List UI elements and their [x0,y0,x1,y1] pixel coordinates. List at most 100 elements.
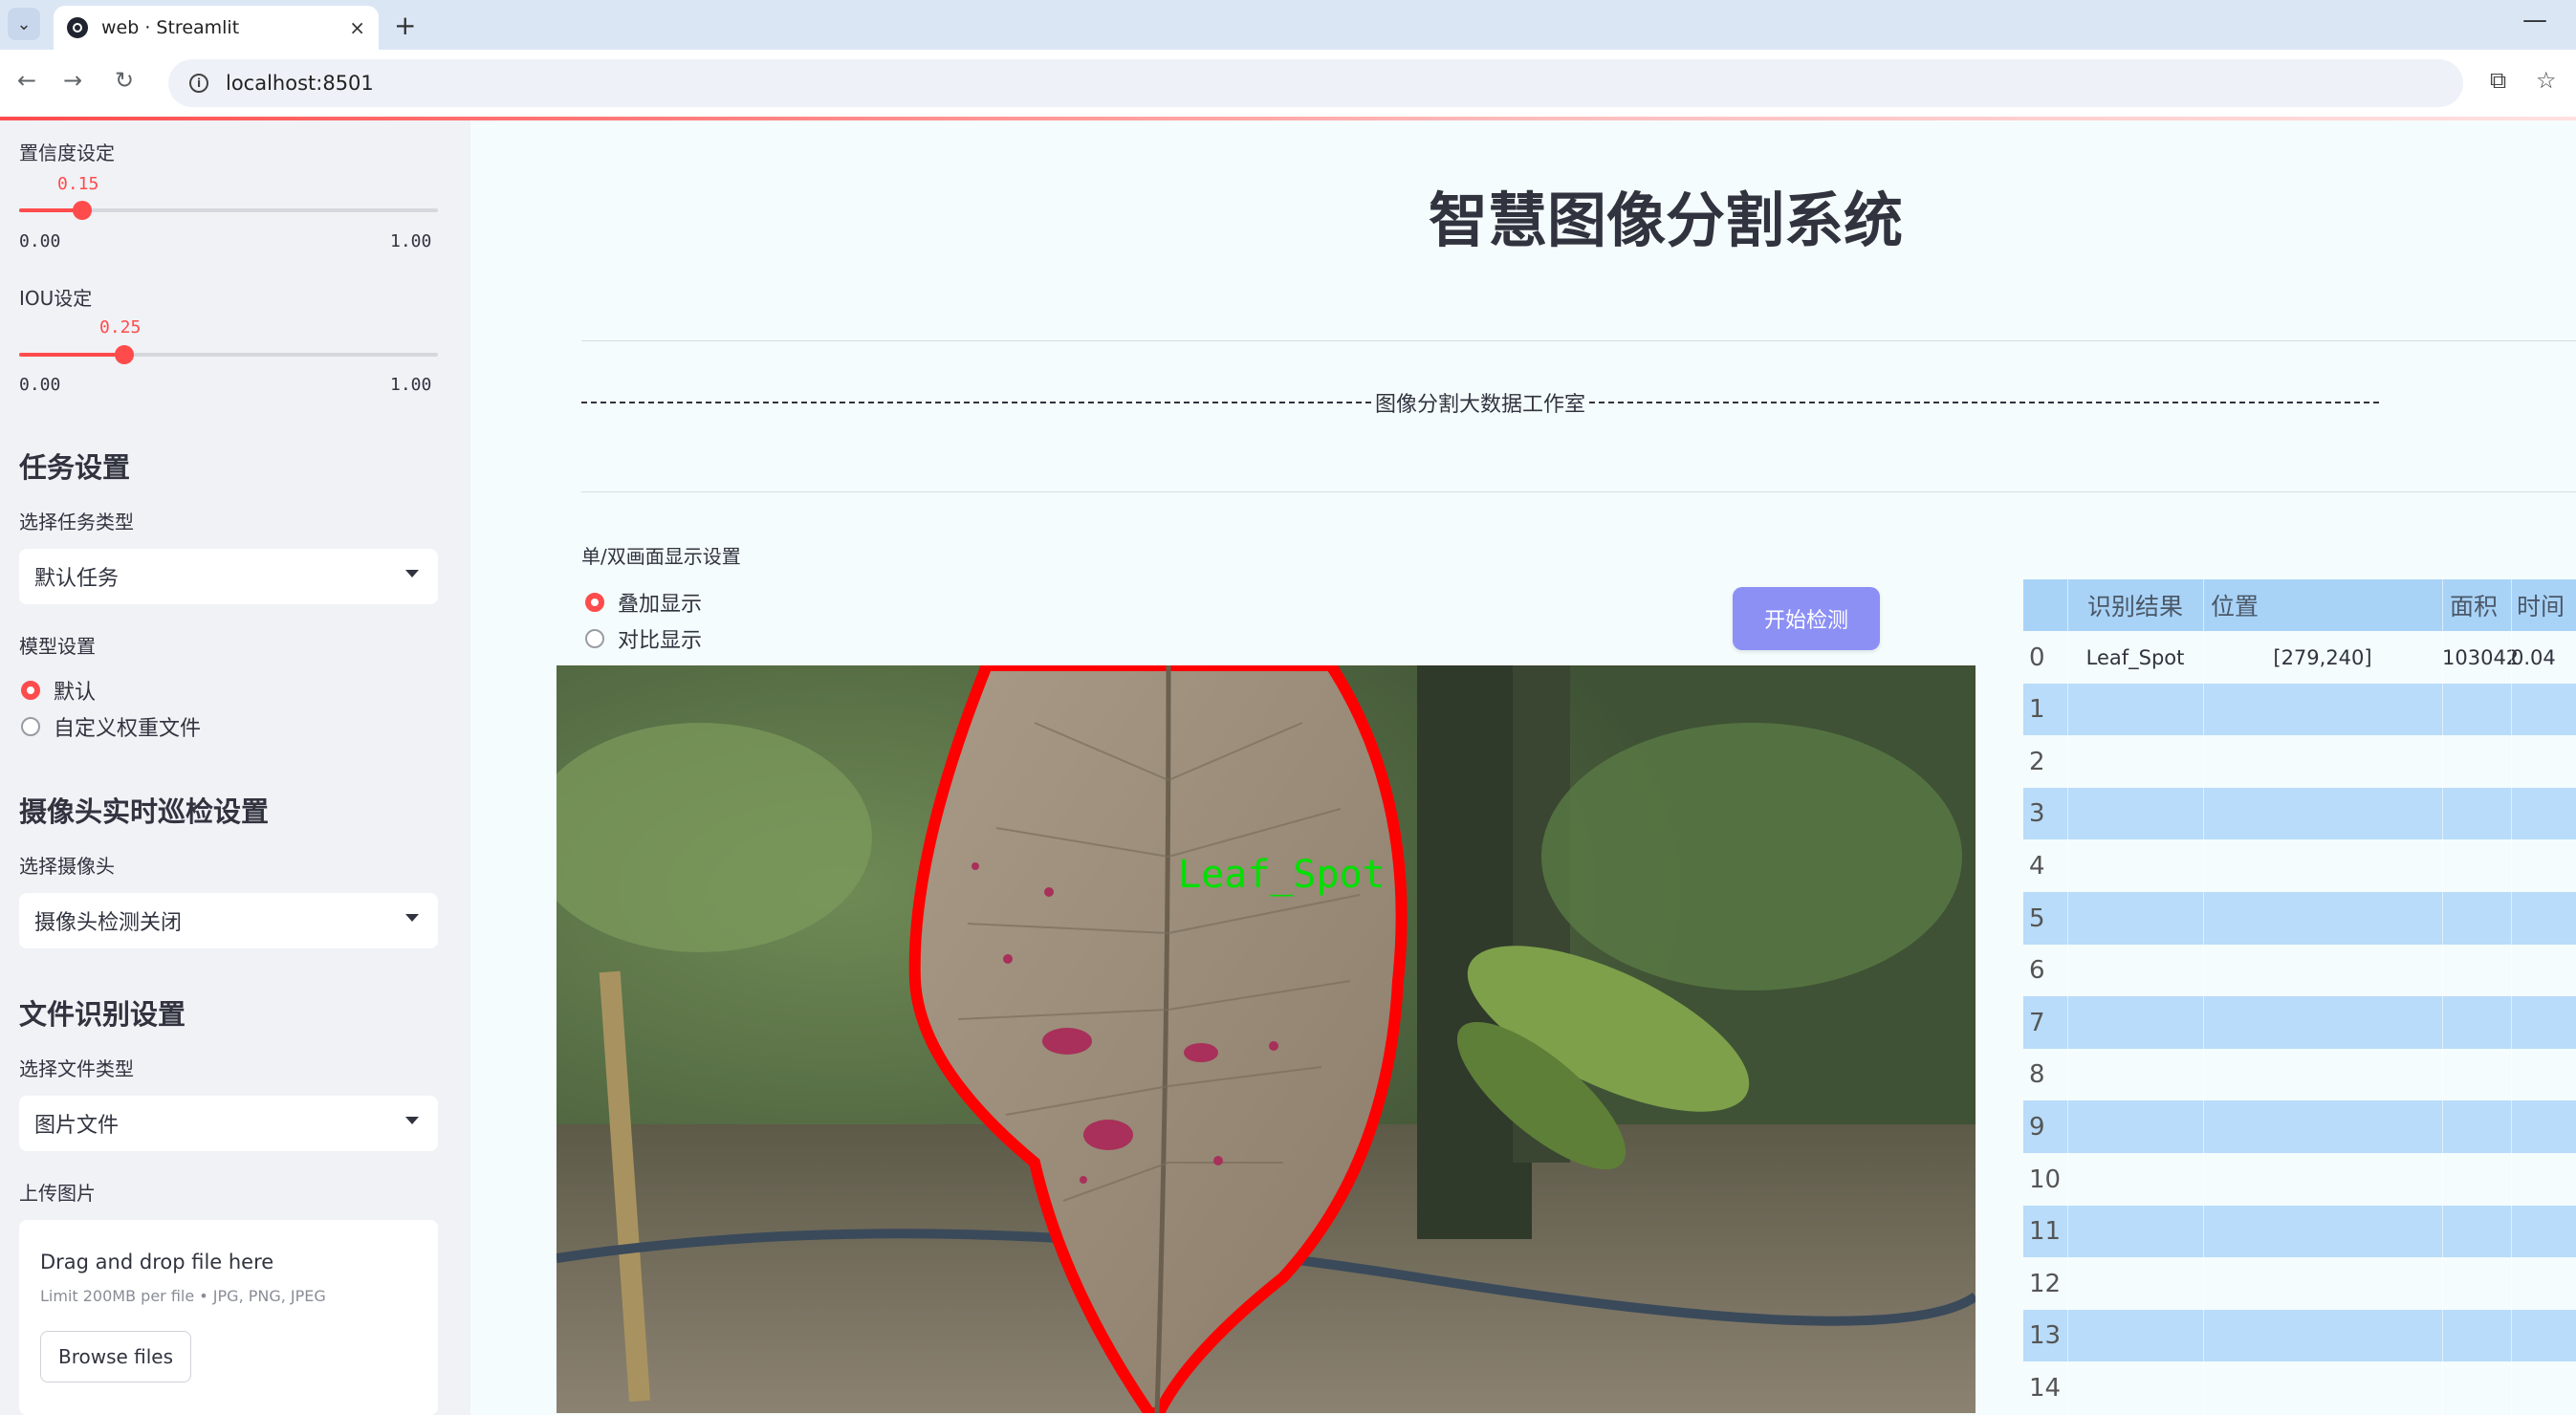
iou-value: 0.25 [99,317,142,337]
file-uploader-dropzone[interactable]: Drag and drop file here Limit 200MB per … [19,1220,438,1415]
table-row[interactable]: 0 Leaf_Spot [279,240] 103042 0.04 [2023,631,2576,684]
table-row[interactable]: 1 [2023,683,2576,736]
confidence-slider[interactable] [19,201,438,220]
row-index: 6 [2029,956,2045,986]
task-type-label: 选择任务类型 [19,511,134,533]
table-row[interactable]: 2 [2023,735,2576,789]
reload-icon[interactable]: ↻ [115,67,134,94]
forward-icon[interactable]: → [63,67,82,94]
start-detection-button[interactable]: 开始检测 [1733,587,1880,650]
header-result[interactable]: 识别结果 [2067,588,2203,622]
radio-unselected-icon[interactable] [21,717,40,736]
upload-label: 上传图片 [19,1182,96,1205]
row-index: 12 [2029,1269,2062,1298]
new-tab-icon[interactable]: + [394,10,416,41]
task-type-value: 默认任务 [34,567,120,591]
row-index: 14 [2029,1373,2062,1403]
confidence-slider-thumb[interactable] [72,201,92,220]
browse-files-button[interactable]: Browse files [40,1331,191,1382]
browser-tab[interactable]: web · Streamlit × [54,6,379,50]
row-area: 103042 [2442,645,2520,669]
address-bar: ← → ↻ i localhost:8501 ⧉ ☆ [0,50,2576,119]
row-index: 2 [2029,747,2045,776]
file-type-select[interactable]: 图片文件 [19,1096,438,1151]
display-option-label: 对比显示 [618,629,703,653]
header-area[interactable]: 面积 [2442,588,2511,622]
table-row[interactable]: 8 [2023,1048,2576,1101]
table-row[interactable]: 3 [2023,787,2576,840]
row-index: 4 [2029,851,2045,881]
table-row[interactable]: 6 [2023,944,2576,997]
row-index: 0 [2029,642,2045,672]
camera-label: 选择摄像头 [19,855,115,878]
task-heading: 任务设置 [19,451,131,484]
column-divider [2511,579,2512,1415]
display-radio-compare[interactable]: 对比显示 [585,623,702,654]
table-row[interactable]: 13 [2023,1309,2576,1362]
table-row[interactable]: 9 [2023,1100,2576,1154]
confidence-max: 1.00 [390,231,432,251]
back-icon[interactable]: ← [17,67,36,94]
radio-selected-icon[interactable] [21,681,40,700]
minimize-icon[interactable]: — [2522,6,2547,34]
tab-close-icon[interactable]: × [349,16,365,39]
dropzone-limit: Limit 200MB per file • JPG, PNG, JPEG [40,1287,326,1305]
header-position[interactable]: 位置 [2203,588,2442,622]
row-index: 13 [2029,1321,2062,1351]
iou-label: IOU设定 [19,287,93,310]
row-index: 5 [2029,903,2045,933]
model-label: 模型设置 [19,635,96,658]
detection-label: Leaf_Spot [1178,853,1386,897]
main-content: 智慧图像分割系统 图像分割大数据工作室 单/双画面显示设置 叠加显示 对比显示 … [470,120,2576,1415]
url-field[interactable]: i localhost:8501 [168,59,2463,107]
iou-slider[interactable] [19,345,438,364]
table-row[interactable]: 14 [2023,1361,2576,1415]
iou-min: 0.00 [19,375,61,395]
confidence-min: 0.00 [19,231,61,251]
iou-max: 1.00 [390,375,432,395]
dropzone-text: Drag and drop file here [40,1251,274,1274]
translate-icon[interactable]: ⧉ [2490,67,2506,94]
header-time[interactable]: 时间 [2511,588,2576,622]
column-divider [2442,579,2443,1415]
table-row[interactable]: 10 [2023,1153,2576,1206]
divider [581,491,2576,492]
confidence-value: 0.15 [57,174,99,194]
table-row[interactable]: 7 [2023,996,2576,1050]
results-table[interactable]: 识别结果 位置 面积 时间 0 Leaf_Spot [279,240] 103042 0… [2023,579,2576,1415]
file-type-label: 选择文件类型 [19,1057,134,1080]
table-row[interactable]: 12 [2023,1257,2576,1311]
table-row[interactable]: 5 [2023,892,2576,945]
row-index: 9 [2029,1112,2045,1142]
tab-search-icon[interactable]: ⌄ [8,8,40,40]
task-type-select[interactable]: 默认任务 [19,549,438,604]
radio-unselected-icon[interactable] [585,629,604,648]
row-position: [279,240] [2273,645,2372,669]
model-radio-custom[interactable]: 自定义权重文件 [21,711,201,742]
display-radio-overlay[interactable]: 叠加显示 [585,587,702,618]
table-row[interactable]: 11 [2023,1205,2576,1258]
row-index: 11 [2029,1217,2062,1247]
tab-title: web · Streamlit [101,17,240,38]
info-icon[interactable]: i [189,74,208,93]
star-icon[interactable]: ☆ [2536,67,2557,94]
chevron-down-icon [405,570,419,577]
camera-select[interactable]: 摄像头检测关闭 [19,893,438,948]
iou-slider-fill [19,353,124,357]
iou-slider-thumb[interactable] [114,345,134,364]
display-option-label: 叠加显示 [618,593,703,617]
dash-line [581,402,1371,403]
model-option-label: 自定义权重文件 [54,717,202,741]
page-title: 智慧图像分割系统 [1428,185,1903,255]
table-row[interactable]: 4 [2023,839,2576,893]
row-result: Leaf_Spot [2085,645,2185,669]
browser-tabstrip: ⌄ web · Streamlit × + — [0,0,2576,50]
row-time: 0.04 [2511,645,2556,669]
camera-heading: 摄像头实时巡检设置 [19,795,270,828]
model-option-label: 默认 [54,681,97,705]
model-radio-default[interactable]: 默认 [21,675,96,706]
dash-line [1589,402,2380,403]
table-header: 识别结果 位置 面积 时间 [2023,579,2576,631]
radio-selected-icon[interactable] [585,593,604,612]
divider [581,340,2576,341]
